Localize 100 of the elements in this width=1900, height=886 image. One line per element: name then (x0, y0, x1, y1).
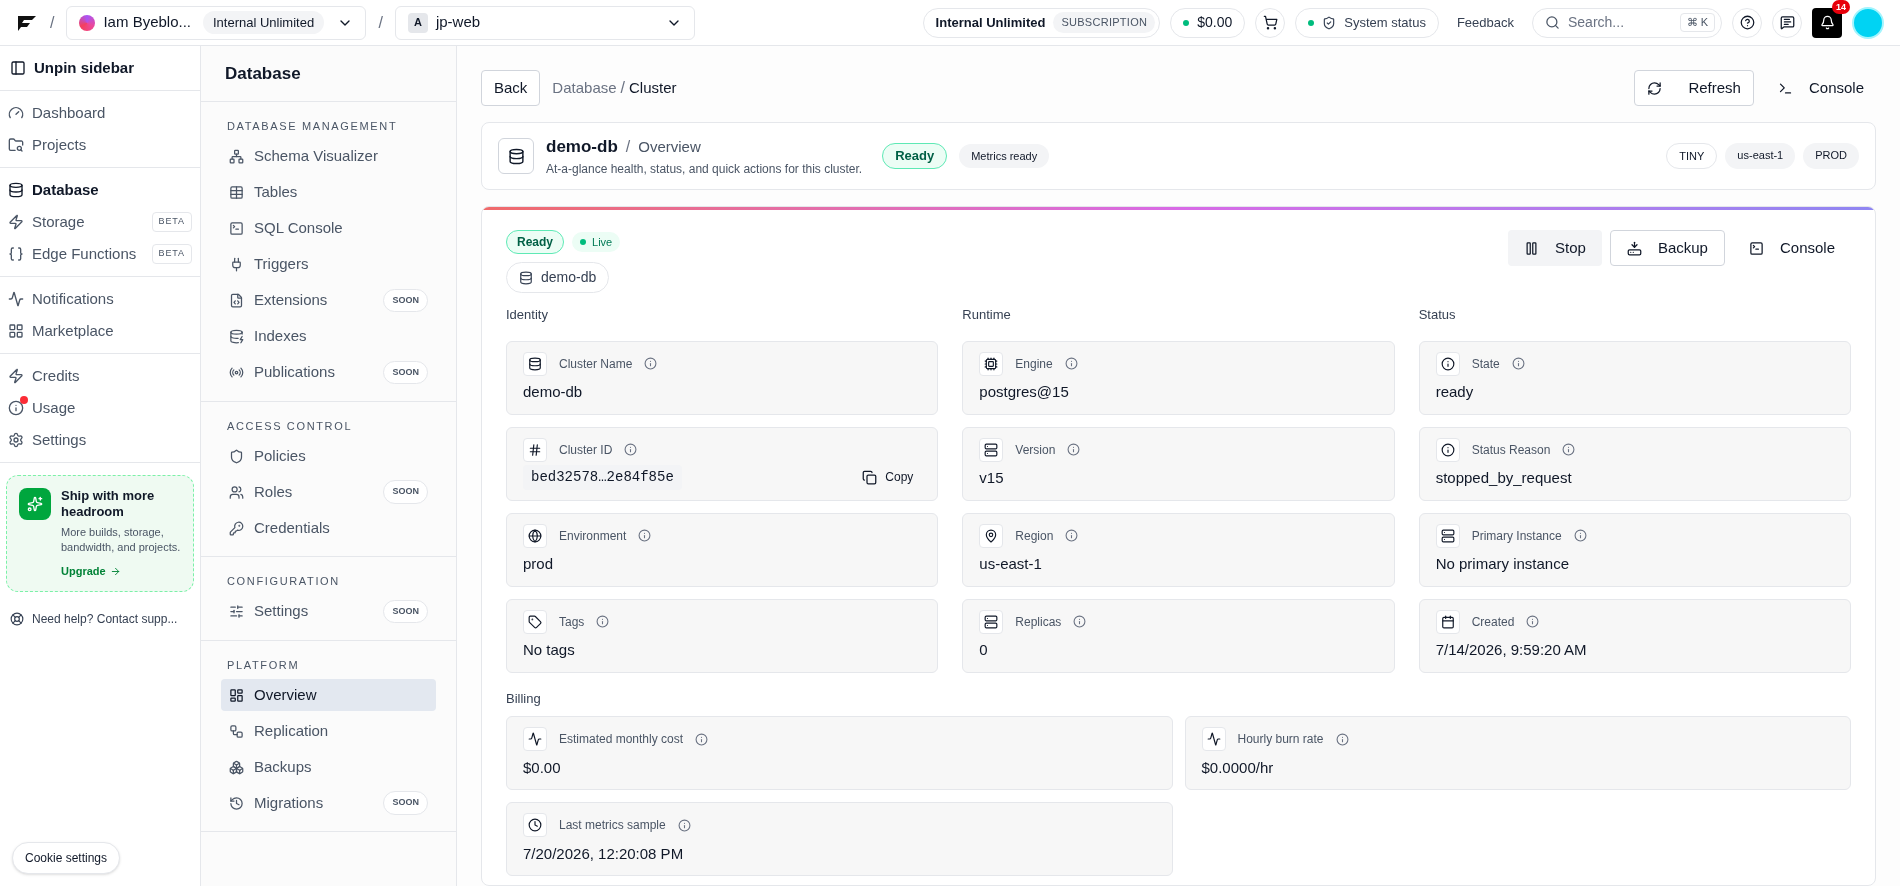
separator: / (625, 137, 631, 158)
breadcrumb-link[interactable]: Database (552, 76, 617, 100)
info-icon (1562, 443, 1576, 456)
help-link[interactable]: Need help? Contact supp... (0, 610, 200, 629)
field-value: v15 (979, 468, 1004, 488)
refresh-button[interactable]: Refresh (1633, 70, 1754, 106)
field-value: $0.00 (523, 757, 561, 778)
server-icon (979, 437, 1004, 462)
download-icon (1626, 240, 1642, 256)
info-icon (1067, 443, 1081, 456)
subnav-item[interactable]: Backups (221, 751, 436, 783)
field-value: prod (523, 554, 554, 574)
message-icon (1779, 15, 1795, 30)
sidebar-item[interactable]: Usage (0, 392, 200, 424)
tag-chip: us-east-1 (1725, 142, 1796, 170)
subnav-item[interactable]: Replication (221, 715, 436, 747)
soon-badge: SOON (383, 288, 428, 313)
action-button[interactable]: Stop (1508, 230, 1602, 266)
org-selector[interactable]: Iam Byeblo... Internal Unlimited (66, 5, 367, 40)
logo-icon[interactable] (16, 13, 38, 32)
metrics-badge: Metrics ready (959, 143, 1050, 169)
field-value: us-east-1 (979, 554, 1042, 574)
info-icon (1573, 529, 1587, 542)
pulse-icon (8, 291, 24, 307)
server-icon (979, 609, 1004, 634)
promo-text: More builds, storage, bandwidth, and projects. (61, 524, 181, 555)
gauge-icon (8, 105, 24, 121)
subnav-item[interactable]: Settings SOON (221, 595, 436, 628)
users-icon (229, 484, 244, 500)
database-icon (8, 182, 24, 198)
action-button[interactable]: Console (1732, 230, 1851, 266)
section-heading: PLATFORM (226, 657, 301, 673)
unpin-sidebar-button[interactable]: Unpin sidebar (0, 46, 200, 91)
workflow-icon (229, 723, 244, 739)
tag-chip: PROD (1803, 142, 1859, 170)
beta-badge: BETA (151, 212, 192, 232)
field-label: Tags (559, 613, 585, 631)
upgrade-link[interactable]: Upgrade (61, 562, 181, 580)
info-icon (624, 443, 638, 456)
subnav-item[interactable]: Migrations SOON (221, 787, 436, 819)
separator: / (378, 12, 383, 33)
copy-button[interactable]: Copy (854, 468, 922, 486)
field-label: Created (1471, 613, 1515, 631)
billing-title: Billing (506, 689, 542, 708)
info-icon (1526, 615, 1540, 628)
project-initial: A (407, 12, 428, 33)
field-label: Version (1015, 441, 1056, 459)
subnav-item[interactable]: SQL Console (221, 212, 436, 245)
field-label: Engine (1015, 355, 1053, 373)
action-button[interactable]: Backup (1609, 230, 1725, 266)
field-value: $0.0000/hr (1201, 757, 1274, 778)
map-pin-icon (979, 523, 1004, 548)
field-label: Primary Instance (1471, 527, 1562, 545)
sidebar-item[interactable]: Edge Functions BETA (0, 238, 200, 270)
field-label: Hourly burn rate (1237, 731, 1324, 748)
subnav-item[interactable]: Extensions SOON (221, 284, 436, 317)
field-value: bed32578…2e84f85e (523, 464, 682, 490)
sidebar-item[interactable]: Marketplace (0, 315, 200, 347)
notification-count: 14 (1832, 0, 1850, 14)
column-title: Identity (506, 306, 549, 324)
settings-icon (8, 432, 24, 448)
folder-icon (8, 137, 24, 153)
key-icon (229, 520, 244, 536)
subnav-item[interactable]: Policies (221, 440, 436, 472)
database-icon (498, 138, 534, 174)
hash-icon (523, 437, 547, 462)
subnav-item[interactable]: Triggers (221, 248, 436, 281)
sidebar-item[interactable]: Credits (0, 360, 200, 392)
sidebar-item[interactable]: Database (0, 174, 200, 206)
field-value: demo-db (523, 382, 583, 402)
field-value: 7/20/2026, 12:20:08 PM (523, 843, 684, 864)
subnav-item[interactable]: Credentials (221, 512, 436, 544)
subnav-item[interactable]: Roles SOON (221, 476, 436, 508)
clock-icon (523, 813, 547, 837)
field-label: Cluster ID (559, 441, 613, 459)
info-icon (1435, 437, 1460, 462)
refresh-icon (1646, 80, 1662, 96)
globe-icon (523, 523, 547, 548)
lightning-icon (8, 368, 24, 384)
subnav-item[interactable]: Overview (221, 679, 436, 711)
subnav-item[interactable]: Indexes (221, 320, 436, 353)
org-name: Iam Byeblo... (103, 12, 191, 33)
sidebar-item[interactable]: Storage BETA (0, 206, 200, 238)
search-field[interactable]: Search... (1568, 12, 1668, 33)
sidebar-item[interactable]: Settings (0, 424, 200, 456)
console-button[interactable]: Console (1765, 70, 1876, 106)
info-icon (644, 357, 658, 370)
feedback-link[interactable]: Feedback (1448, 12, 1522, 33)
project-selector[interactable]: A jp-web (394, 5, 695, 40)
cookie-settings-button[interactable]: Cookie settings (12, 842, 121, 874)
subnav-item[interactable]: Schema Visualizer (221, 140, 436, 173)
sidebar-item[interactable]: Projects (0, 129, 200, 161)
subnav-item[interactable]: Publications SOON (221, 356, 436, 389)
org-avatar-icon (79, 14, 96, 31)
beta-badge: BETA (151, 244, 192, 264)
sidebar-item[interactable]: Dashboard (0, 97, 200, 129)
field-label: Region (1015, 527, 1054, 545)
back-button[interactable]: Back (481, 70, 541, 106)
subnav-item[interactable]: Tables (221, 176, 436, 209)
sidebar-item[interactable]: Notifications (0, 283, 200, 315)
